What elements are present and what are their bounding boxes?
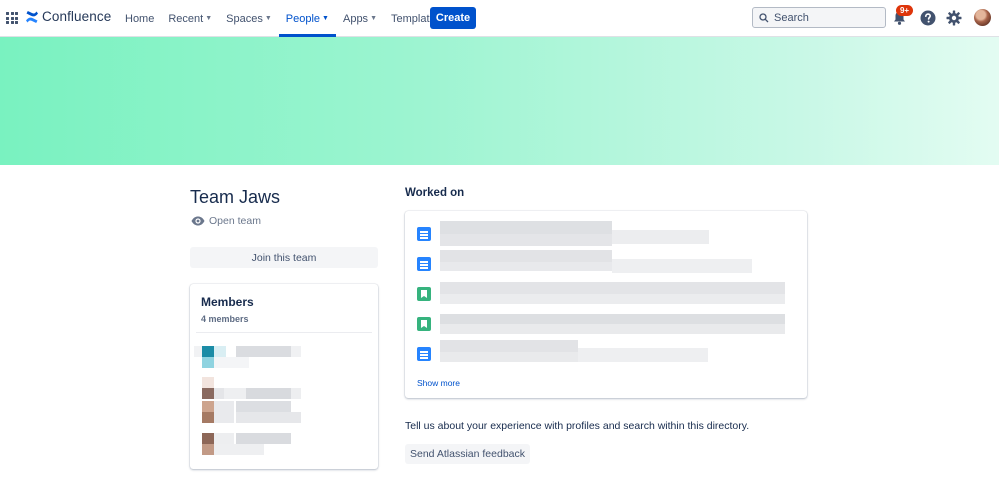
content-item[interactable] xyxy=(417,221,797,246)
nav-item-people[interactable]: People ▼ xyxy=(278,0,337,37)
nav-item-label: Home xyxy=(125,12,155,25)
member-avatar xyxy=(202,377,214,399)
product-name: Confluence xyxy=(42,9,112,24)
show-more-link[interactable]: Show more xyxy=(417,378,460,388)
members-count: 4 members xyxy=(201,314,249,324)
user-avatar[interactable] xyxy=(974,9,991,26)
member-row[interactable] xyxy=(196,401,306,423)
chevron-down-icon: ▼ xyxy=(322,15,329,22)
divider xyxy=(196,332,372,333)
bookmark-icon xyxy=(421,320,427,328)
app-switcher-icon[interactable] xyxy=(6,12,18,24)
chevron-down-icon: ▼ xyxy=(205,15,213,22)
members-title: Members xyxy=(201,295,254,309)
chevron-down-icon: ▼ xyxy=(264,15,272,22)
send-feedback-button[interactable]: Send Atlassian feedback xyxy=(405,444,530,464)
content-item[interactable] xyxy=(417,282,797,304)
team-visibility-label: Open team xyxy=(209,215,261,227)
team-visibility: Open team xyxy=(191,215,261,227)
member-avatar xyxy=(202,433,214,455)
nav-item-spaces[interactable]: Spaces ▼ xyxy=(219,0,279,37)
join-team-button[interactable]: Join this team xyxy=(190,247,378,268)
member-avatar xyxy=(202,401,214,423)
content-item[interactable] xyxy=(417,314,797,334)
settings-gear-icon[interactable] xyxy=(946,10,962,26)
chevron-down-icon: ▼ xyxy=(370,15,377,22)
bookmark-icon xyxy=(421,290,427,298)
team-header-banner xyxy=(0,37,999,165)
worked-on-card: Show more xyxy=(405,211,807,398)
confluence-logo[interactable]: Confluence xyxy=(25,9,111,24)
member-row[interactable] xyxy=(196,433,306,455)
search-input[interactable] xyxy=(774,11,874,24)
members-card: Members 4 members xyxy=(190,284,378,469)
worked-on-title: Worked on xyxy=(405,187,465,199)
top-navigation: Confluence Home Recent ▼ Spaces ▼ People… xyxy=(0,0,999,37)
page-icon xyxy=(417,227,431,241)
feedback-prompt: Tell us about your experience with profi… xyxy=(405,420,750,432)
nav-item-home[interactable]: Home xyxy=(118,0,161,37)
nav-item-recent[interactable]: Recent ▼ xyxy=(161,0,219,37)
member-row[interactable] xyxy=(196,377,306,399)
nav-item-label: Spaces xyxy=(226,12,263,25)
page-icon xyxy=(417,257,431,271)
nav-item-label: Apps xyxy=(342,12,369,25)
search-box[interactable] xyxy=(752,7,886,28)
nav-item-label: Recent xyxy=(168,12,204,25)
create-button[interactable]: Create xyxy=(430,7,476,29)
help-icon[interactable] xyxy=(920,10,936,26)
notification-badge: 9+ xyxy=(896,5,913,16)
blog-icon xyxy=(417,287,431,301)
nav-item-apps[interactable]: Apps ▼ xyxy=(336,0,384,37)
nav-menu: Home Recent ▼ Spaces ▼ People ▼ Apps ▼ T… xyxy=(118,0,448,37)
nav-item-label: People xyxy=(285,12,321,25)
confluence-logo-icon xyxy=(26,10,38,23)
member-row[interactable] xyxy=(194,346,306,368)
member-avatar xyxy=(202,346,214,368)
eye-icon xyxy=(191,216,205,226)
search-icon xyxy=(759,12,769,22)
content-item[interactable] xyxy=(417,250,797,274)
page-icon xyxy=(417,347,431,361)
team-name: Team Jaws xyxy=(190,187,281,207)
blog-icon xyxy=(417,317,431,331)
content-item[interactable] xyxy=(417,340,797,364)
